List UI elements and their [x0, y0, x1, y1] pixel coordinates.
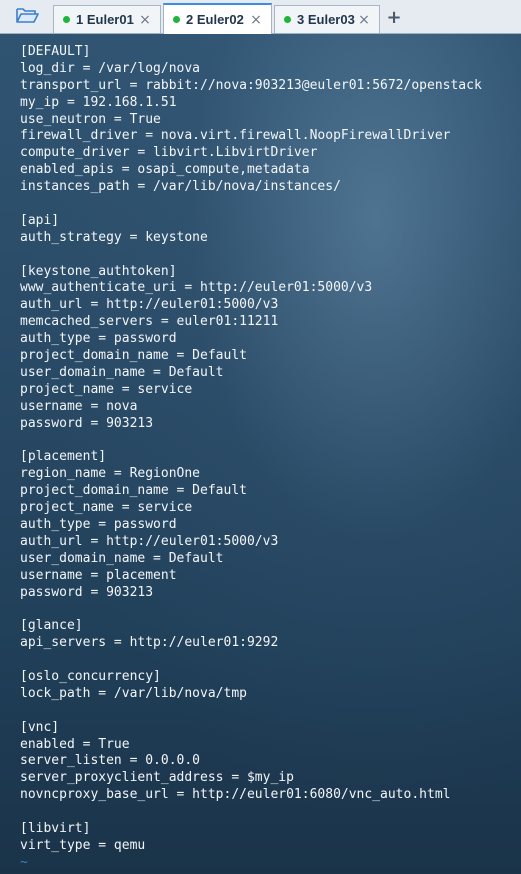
close-icon[interactable]: × [249, 12, 263, 28]
tab-euler03[interactable]: 3 Euler03 × [274, 5, 380, 33]
terminal-line: username = nova [20, 398, 138, 414]
session-status-dot [63, 16, 70, 23]
terminal-line: novncproxy_base_url = http://euler01:608… [20, 787, 451, 803]
terminal-line: memcached_servers = euler01:11211 [20, 314, 279, 330]
terminal-line: region_name = RegionOne [20, 466, 201, 482]
terminal-line: user_domain_name = Default [20, 550, 224, 566]
terminal-line: enabled_apis = osapi_compute,metadata [20, 162, 310, 178]
terminal-line: use_neutron = True [20, 111, 161, 127]
terminal-line: auth_strategy = keystone [20, 229, 208, 245]
terminal-line: user_domain_name = Default [20, 364, 224, 380]
terminal-line: username = placement [20, 567, 177, 583]
terminal-line: enabled = True [20, 736, 130, 752]
terminal-line: transport_url = rabbit://nova:903213@eul… [20, 77, 482, 93]
terminal-line: password = 903213 [20, 584, 154, 600]
terminal-line: instances_path = /var/lib/nova/instances… [20, 179, 341, 195]
terminal-line: api_servers = http://euler01:9292 [20, 635, 279, 651]
open-folder-button[interactable] [10, 4, 44, 30]
terminal-line: auth_url = http://euler01:5000/v3 [20, 533, 279, 549]
tab-bar: 1 Euler01 × 2 Euler02 × 3 Euler03 × + [0, 0, 521, 34]
tab-label: 2 Euler02 [186, 12, 244, 27]
close-icon[interactable]: × [138, 12, 152, 28]
close-icon[interactable]: × [357, 12, 371, 28]
terminal-line: auth_url = http://euler01:5000/v3 [20, 297, 279, 313]
terminal-line: www_authenticate_uri = http://euler01:50… [20, 280, 373, 296]
terminal-line: compute_driver = libvirt.LibvirtDriver [20, 145, 318, 161]
terminal-line: project_domain_name = Default [20, 483, 247, 499]
terminal-line: auth_type = password [20, 331, 177, 347]
terminal-line: [glance] [20, 618, 83, 634]
terminal-line: lock_path = /var/lib/nova/tmp [20, 685, 247, 701]
terminal-line: auth_type = password [20, 516, 177, 532]
terminal-line: virt_type = qemu [20, 837, 146, 853]
terminal-line: server_proxyclient_address = $my_ip [20, 770, 294, 786]
vim-empty-line-marker: ~ [20, 854, 28, 870]
terminal-line: [keystone_authtoken] [20, 263, 177, 279]
terminal-line: [placement] [20, 449, 107, 465]
terminal-line: project_name = service [20, 381, 193, 397]
session-status-dot [173, 16, 180, 23]
terminal-line: my_ip = 192.168.1.51 [20, 94, 177, 110]
terminal-line: [api] [20, 212, 60, 228]
add-tab-button[interactable]: + [384, 6, 404, 28]
terminal-output[interactable]: [DEFAULT] log_dir = /var/log/nova transpor… [0, 34, 521, 874]
terminal-line: log_dir = /var/log/nova [20, 60, 201, 76]
session-status-dot [284, 16, 291, 23]
terminal-line: [libvirt] [20, 820, 91, 836]
terminal-line: password = 903213 [20, 415, 154, 431]
terminal-line: project_domain_name = Default [20, 348, 247, 364]
folder-icon [15, 5, 39, 30]
tab-euler02[interactable]: 2 Euler02 × [163, 3, 272, 34]
tab-euler01[interactable]: 1 Euler01 × [53, 5, 161, 33]
terminal-line: [DEFAULT] [20, 44, 91, 59]
terminal-line: [oslo_concurrency] [20, 668, 161, 684]
tab-label: 3 Euler03 [297, 12, 355, 27]
tab-label: 1 Euler01 [76, 12, 134, 27]
terminal-window: 1 Euler01 × 2 Euler02 × 3 Euler03 × + [D… [0, 0, 521, 874]
terminal-line: [vnc] [20, 719, 60, 735]
terminal-line: server_listen = 0.0.0.0 [20, 753, 201, 769]
terminal-line: project_name = service [20, 500, 193, 516]
terminal-line: firewall_driver = nova.virt.firewall.Noo… [20, 128, 451, 144]
plus-icon: + [386, 6, 402, 28]
